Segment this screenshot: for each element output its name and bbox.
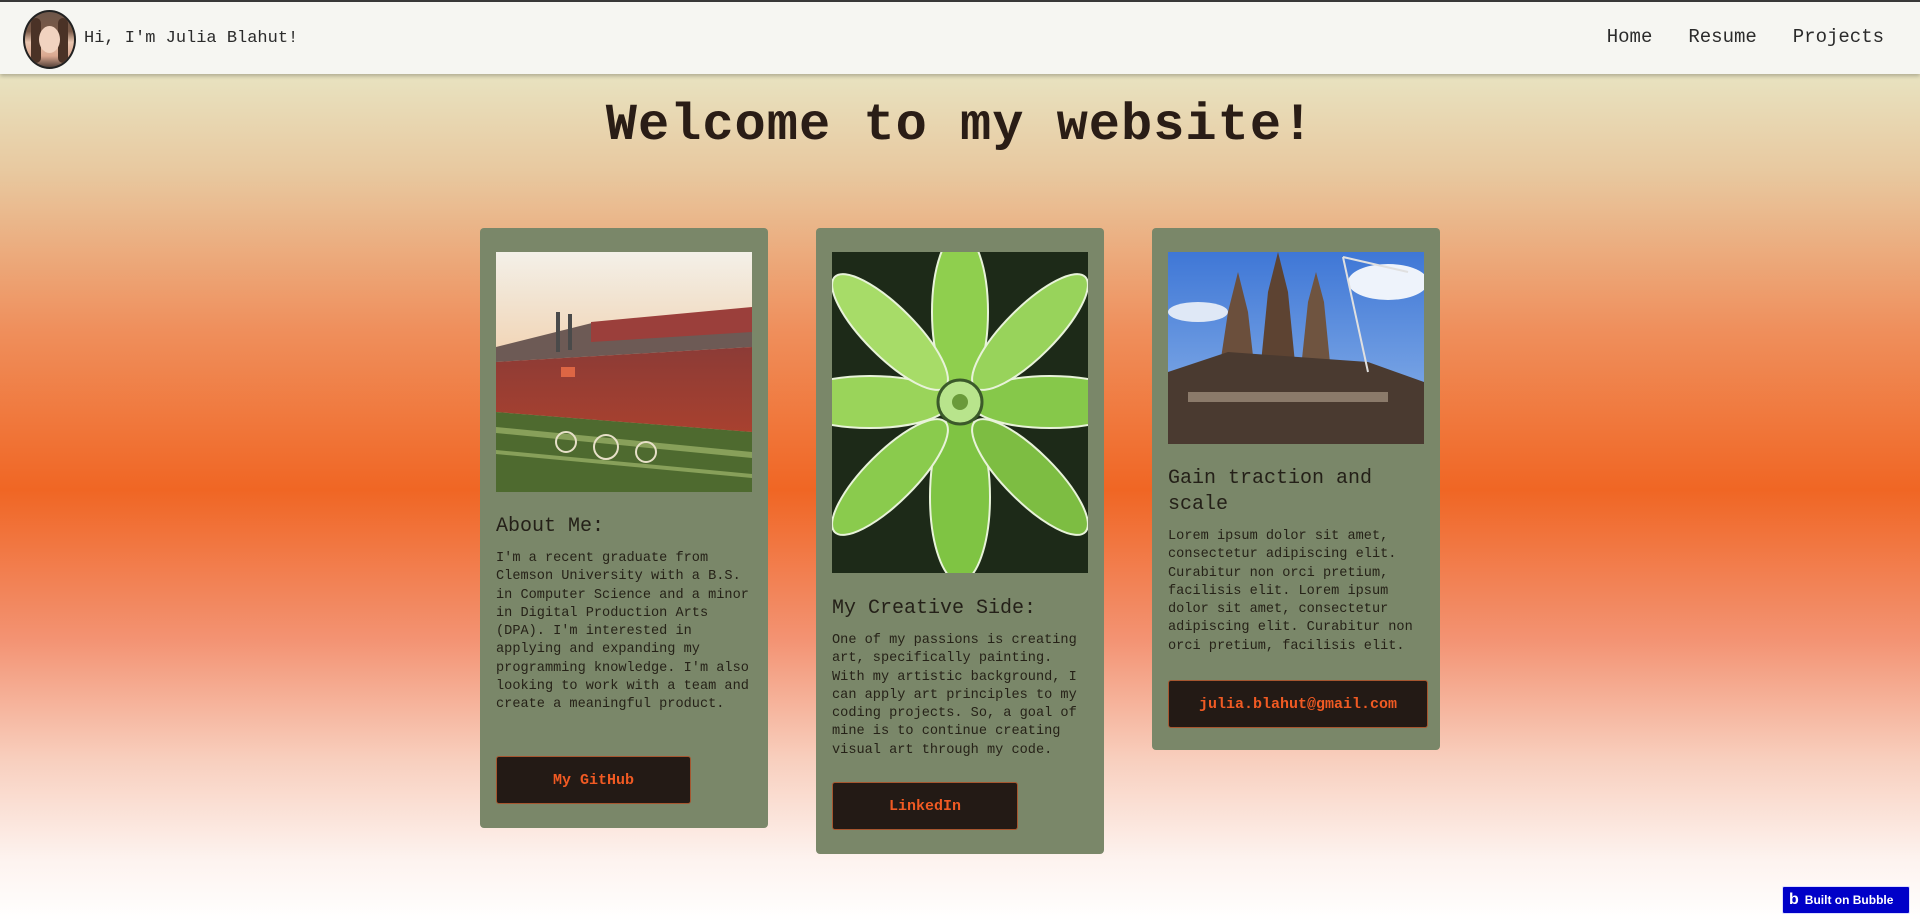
card-heading: Gain traction and scale: [1168, 467, 1373, 516]
card-heading: About Me:: [496, 515, 605, 538]
card-text: I'm a recent graduate from Clemson Unive…: [496, 551, 749, 713]
avatar[interactable]: [23, 10, 76, 69]
about-card: About Me: I'm a recent graduate from Cle…: [480, 228, 768, 828]
succulent-painting: [832, 252, 1088, 573]
badge-label: Built on Bubble: [1804, 893, 1894, 907]
greeting-text: Hi, I'm Julia Blahut!: [84, 29, 299, 48]
nav-link-resume[interactable]: Resume: [1688, 26, 1756, 48]
page-title: Welcome to my website!: [605, 96, 1315, 155]
linkedin-button[interactable]: LinkedIn: [832, 782, 1018, 830]
email-button[interactable]: julia.blahut@gmail.com: [1168, 680, 1428, 728]
nav-link-projects[interactable]: Projects: [1793, 26, 1884, 48]
contact-card: Gain traction and scale Lorem ipsum dolo…: [1152, 228, 1440, 750]
card-text: One of my passions is creating art, spec…: [832, 633, 1077, 758]
navbar: Hi, I'm Julia Blahut! Home Resume Projec…: [0, 2, 1920, 74]
bubble-logo-icon: b: [1789, 891, 1799, 908]
built-on-bubble-badge[interactable]: b Built on Bubble: [1782, 886, 1910, 914]
cathedral-photo: [1168, 252, 1424, 444]
card-heading: My Creative Side:: [832, 597, 1037, 620]
creative-card: My Creative Side: One of my passions is …: [816, 228, 1104, 854]
card-text: Lorem ipsum dolor sit amet, consectetur …: [1168, 529, 1413, 654]
avatar-face: [39, 26, 60, 53]
nav-link-home[interactable]: Home: [1607, 26, 1653, 48]
stadium-photo: [496, 252, 752, 492]
github-button[interactable]: My GitHub: [496, 756, 691, 804]
nav-links: Home Resume Projects: [1607, 26, 1884, 48]
